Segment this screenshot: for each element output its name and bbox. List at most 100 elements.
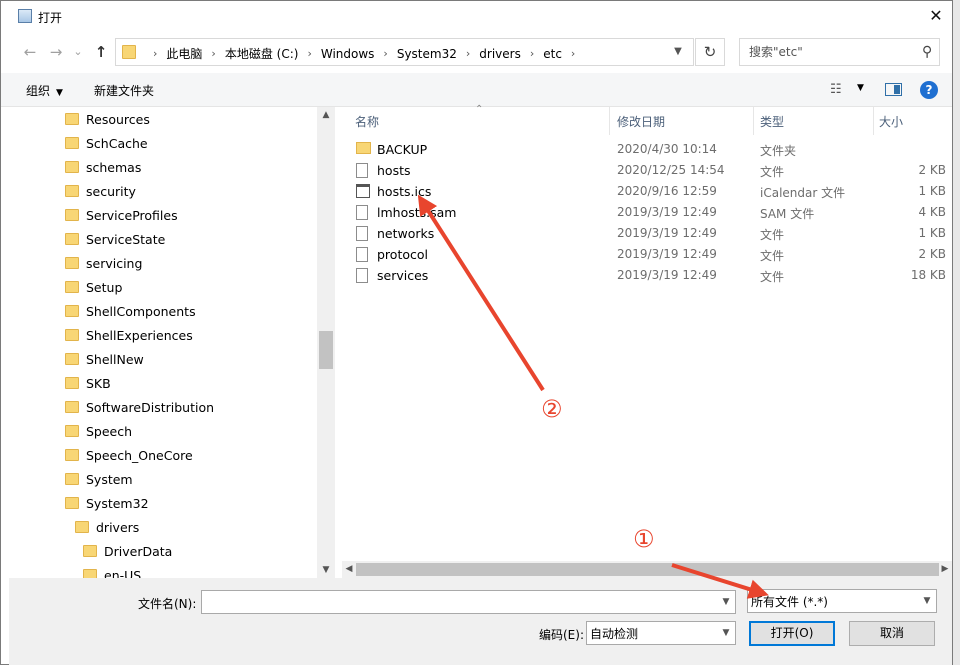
scroll-right-icon[interactable]: ▶ xyxy=(938,561,952,578)
scroll-up-icon[interactable]: ▲ xyxy=(317,107,335,124)
file-row[interactable]: protocol 2019/3/19 12:49 文件 2 KB xyxy=(335,244,952,265)
file-size: 1 KB xyxy=(918,226,946,240)
file-size: 2 KB xyxy=(918,247,946,261)
back-button[interactable]: ← xyxy=(19,41,41,63)
breadcrumb-item[interactable]: Windows xyxy=(321,47,375,61)
search-input[interactable] xyxy=(740,39,910,65)
tree-item[interactable]: security xyxy=(65,179,136,203)
file-name: lmhosts.sam xyxy=(377,205,457,220)
refresh-button[interactable]: ↻ xyxy=(695,38,725,66)
organize-button[interactable]: 组织 ▼ xyxy=(26,82,63,99)
tree-item[interactable]: schemas xyxy=(65,155,141,179)
folder-icon xyxy=(65,401,79,413)
breadcrumb-separator-icon[interactable]: › xyxy=(466,47,470,60)
tree-item[interactable]: System32 xyxy=(65,491,149,515)
help-icon[interactable]: ? xyxy=(920,81,938,99)
up-button[interactable]: ↑ xyxy=(90,41,112,63)
breadcrumb-item[interactable]: etc xyxy=(543,47,562,61)
file-row[interactable]: hosts 2020/12/25 14:54 文件 2 KB xyxy=(335,160,952,181)
open-button[interactable]: 打开(O) xyxy=(749,621,835,646)
breadcrumb: › 此电脑 › 本地磁盘 (C:) › Windows › System32 › drivers ›… xyxy=(144,45,584,62)
filename-input[interactable] xyxy=(202,591,735,613)
scroll-left-icon[interactable]: ◀ xyxy=(342,561,356,578)
tree-item[interactable]: drivers xyxy=(75,515,139,539)
forward-button[interactable]: → xyxy=(45,41,67,63)
file-row[interactable]: lmhosts.sam 2019/3/19 12:49 SAM 文件 4 KB xyxy=(335,202,952,223)
tree-item[interactable]: servicing xyxy=(65,251,142,275)
cancel-button[interactable]: 取消 xyxy=(849,621,935,646)
folder-icon xyxy=(65,473,79,485)
file-row[interactable]: services 2019/3/19 12:49 文件 18 KB xyxy=(335,265,952,286)
chevron-down-icon[interactable]: ▼ xyxy=(717,591,735,613)
caret-down-icon: ▼ xyxy=(56,88,63,98)
file-row[interactable]: hosts.ics 2020/9/16 12:59 iCalendar 文件 1 KB xyxy=(335,181,952,202)
address-bar[interactable]: › 此电脑 › 本地磁盘 (C:) › Windows › System32 › drivers ›… xyxy=(115,38,694,66)
scroll-down-icon[interactable]: ▼ xyxy=(317,562,335,579)
search-icon[interactable]: ⚲ xyxy=(922,44,932,60)
breadcrumb-separator-icon[interactable]: › xyxy=(307,47,311,60)
column-divider[interactable] xyxy=(609,107,610,135)
new-folder-button[interactable]: 新建文件夹 xyxy=(94,82,154,99)
tree-item[interactable]: DriverData xyxy=(83,539,172,563)
breadcrumb-item[interactable]: System32 xyxy=(397,47,457,61)
folder-icon xyxy=(65,137,79,149)
breadcrumb-separator-icon[interactable]: › xyxy=(383,47,387,60)
file-row[interactable]: networks 2019/3/19 12:49 文件 1 KB xyxy=(335,223,952,244)
tree-item[interactable]: ServiceProfiles xyxy=(65,203,178,227)
file-type: 文件 xyxy=(760,270,785,284)
filename-field[interactable]: ▼ xyxy=(201,590,736,614)
column-header-date[interactable]: 修改日期 xyxy=(617,107,665,135)
breadcrumb-item[interactable]: 此电脑 xyxy=(166,45,202,62)
column-header-type[interactable]: 类型 xyxy=(760,107,784,135)
file-icon xyxy=(356,247,370,263)
close-button[interactable]: ✕ xyxy=(921,3,951,29)
tree-item[interactable]: ShellNew xyxy=(65,347,144,371)
tree-item-label: ShellExperiences xyxy=(86,327,193,343)
scroll-thumb[interactable] xyxy=(319,331,333,369)
tree-item[interactable]: Setup xyxy=(65,275,122,299)
breadcrumb-separator-icon[interactable]: › xyxy=(571,47,575,60)
tree-item[interactable]: ServiceState xyxy=(65,227,165,251)
recent-locations-button[interactable]: ⌄ xyxy=(67,41,89,63)
tree-item-label: schemas xyxy=(86,159,142,175)
folder-icon xyxy=(65,257,79,269)
tree-item[interactable]: Resources xyxy=(65,107,150,131)
file-name: BACKUP xyxy=(377,142,428,157)
caret-down-icon[interactable]: ▼ xyxy=(857,83,864,93)
chevron-down-icon[interactable]: ▼ xyxy=(717,622,735,644)
tree-item[interactable]: Speech xyxy=(65,419,132,443)
tree-scrollbar[interactable]: ▲ ▼ xyxy=(317,107,335,579)
tree-item[interactable]: System xyxy=(65,467,133,491)
breadcrumb-separator-icon[interactable]: › xyxy=(211,47,215,60)
list-horizontal-scrollbar[interactable]: ◀ ▶ xyxy=(342,561,952,578)
search-box[interactable]: ⚲ xyxy=(739,38,940,66)
file-row[interactable]: BACKUP 2020/4/30 10:14 文件夹 xyxy=(335,139,952,160)
column-divider[interactable] xyxy=(753,107,754,135)
column-divider[interactable] xyxy=(873,107,874,135)
tree-item[interactable]: Speech_OneCore xyxy=(65,443,193,467)
encoding-select[interactable]: 自动检测 ▼ xyxy=(586,621,736,645)
preview-pane-icon[interactable] xyxy=(885,83,902,96)
breadcrumb-separator-icon[interactable]: › xyxy=(530,47,534,60)
column-header-size[interactable]: 大小 xyxy=(879,107,903,135)
breadcrumb-separator-icon[interactable]: › xyxy=(153,47,157,60)
scroll-thumb[interactable] xyxy=(356,563,939,576)
file-type-filter[interactable]: 所有文件 (*.*) ▼ xyxy=(747,589,937,613)
tree-item[interactable]: SKB xyxy=(65,371,111,395)
tree-item[interactable]: SoftwareDistribution xyxy=(65,395,214,419)
view-options-icon[interactable]: ☷ xyxy=(830,82,842,97)
folder-icon xyxy=(65,281,79,293)
tree-item[interactable]: ShellExperiences xyxy=(65,323,193,347)
folder-icon xyxy=(65,497,79,509)
breadcrumb-item[interactable]: drivers xyxy=(479,47,521,61)
chevron-down-icon[interactable]: ▼ xyxy=(664,40,692,64)
column-header-name[interactable]: 名称 xyxy=(355,107,379,135)
tree-item-label: Speech xyxy=(86,423,133,439)
breadcrumb-item[interactable]: 本地磁盘 (C:) xyxy=(225,45,299,62)
tree-item[interactable]: ShellComponents xyxy=(65,299,196,323)
folder-icon xyxy=(65,305,79,317)
tree-item[interactable]: en-US xyxy=(83,563,141,579)
chevron-down-icon[interactable]: ▼ xyxy=(918,590,936,612)
tree-item-label: ServiceState xyxy=(86,231,166,247)
tree-item[interactable]: SchCache xyxy=(65,131,148,155)
